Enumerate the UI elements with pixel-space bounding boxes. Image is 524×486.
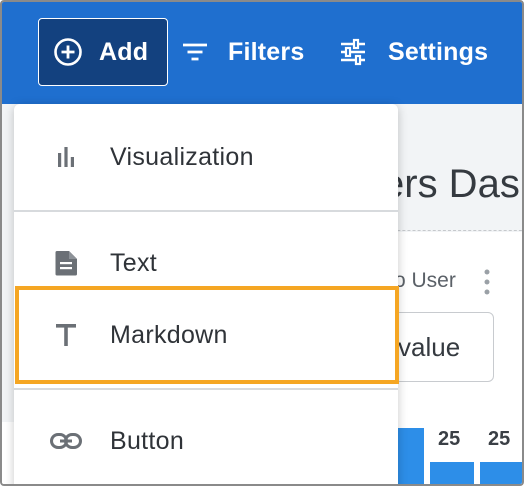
filter-label: o User: [394, 269, 456, 292]
bar-value-label: 25: [488, 428, 511, 450]
top-toolbar: Add Filters Settings: [2, 2, 522, 104]
app-frame: ers Das o User value 25 25 Add Filters S…: [0, 0, 524, 486]
text-t-icon: [48, 317, 84, 353]
menu-item-text[interactable]: Text: [14, 230, 398, 296]
menu-item-label: Visualization: [110, 142, 254, 171]
kebab-menu-icon[interactable]: [484, 268, 490, 296]
chart-bar: [430, 462, 474, 484]
menu-item-button[interactable]: Button: [14, 408, 398, 474]
menu-divider: [14, 388, 398, 390]
settings-button[interactable]: Settings: [338, 18, 488, 86]
dashboard-title: ers Das: [382, 162, 520, 206]
add-circle-icon: [54, 38, 82, 66]
document-icon: [48, 245, 84, 281]
bar-chart-icon: [48, 139, 84, 175]
menu-item-label: Text: [110, 248, 158, 277]
bar-value-label: 25: [438, 428, 461, 450]
menu-item-label: Markdown: [110, 320, 228, 349]
menu-item-markdown[interactable]: Markdown: [14, 302, 398, 368]
menu-item-label: Button: [110, 426, 185, 455]
add-dropdown-menu: Visualization Text Markdown Button: [14, 104, 398, 484]
settings-button-label: Settings: [388, 37, 489, 66]
menu-divider: [14, 210, 398, 212]
menu-item-visualization[interactable]: Visualization: [14, 124, 398, 190]
filter-value-text: value: [398, 332, 461, 362]
tune-icon: [341, 38, 365, 66]
filters-button-label: Filters: [228, 37, 305, 66]
link-icon: [48, 423, 84, 459]
filter-icon: [183, 43, 207, 61]
filters-button[interactable]: Filters: [180, 18, 304, 86]
chart-bar: [480, 462, 522, 484]
add-button-label: Add: [99, 37, 149, 66]
add-button[interactable]: Add: [38, 18, 168, 86]
